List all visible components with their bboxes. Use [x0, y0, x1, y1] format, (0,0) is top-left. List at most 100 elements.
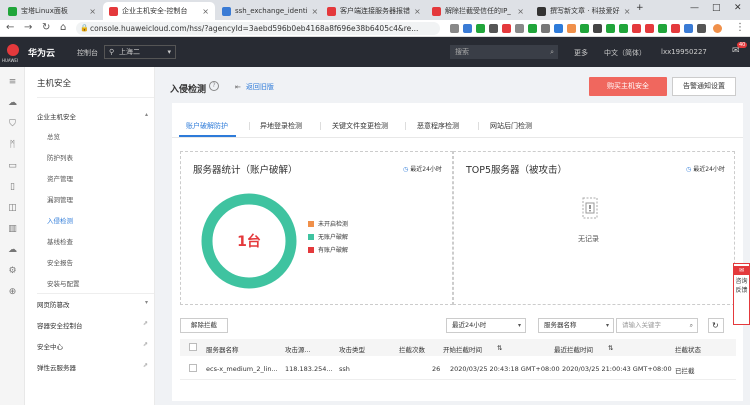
- extension-icon[interactable]: [645, 24, 654, 33]
- sidebar-item-ecs[interactable]: 弹性云服务器: [37, 362, 76, 372]
- close-window-icon[interactable]: ✕: [734, 3, 742, 13]
- tab-file-change[interactable]: 关键文件变更检测: [332, 121, 388, 131]
- chevron-up-icon[interactable]: ▴: [145, 111, 148, 118]
- reload-icon[interactable]: ↻: [42, 22, 50, 33]
- sidebar-group-enterprise-host-security[interactable]: 企业主机安全: [37, 111, 76, 121]
- console-search-input[interactable]: 搜索 ⌕: [450, 45, 558, 59]
- cloud-icon[interactable]: ☁: [7, 98, 18, 109]
- help-icon[interactable]: ?: [209, 81, 219, 91]
- browser-tab-6[interactable]: 撰写新文章 · 科技爱好 ×: [531, 2, 631, 20]
- menu-icon[interactable]: ⋮: [735, 22, 745, 33]
- sidebar-item-security-center[interactable]: 安全中心: [37, 341, 63, 351]
- extension-icon[interactable]: [606, 24, 615, 33]
- back-icon[interactable]: ←: [6, 22, 14, 33]
- close-tab-icon[interactable]: ×: [513, 7, 524, 16]
- extension-icon[interactable]: [554, 24, 563, 33]
- sidebar-item-overview[interactable]: 总览: [47, 131, 60, 141]
- server-icon[interactable]: ▭: [7, 161, 18, 172]
- select-all-checkbox[interactable]: [189, 343, 197, 351]
- console-link[interactable]: 控制台: [77, 48, 98, 58]
- tab-webshell[interactable]: 网站后门检测: [490, 121, 532, 131]
- extension-icon[interactable]: [658, 24, 667, 33]
- sidebar-item-baseline[interactable]: 基线检查: [47, 236, 73, 246]
- close-tab-icon[interactable]: ×: [85, 7, 96, 16]
- extension-icon[interactable]: [476, 24, 485, 33]
- time-range-select[interactable]: 最近24小时 ▾: [446, 318, 526, 333]
- shield-icon[interactable]: ⛉: [7, 119, 18, 130]
- sidebar-item-assets[interactable]: 资产管理: [47, 173, 73, 183]
- extension-icon[interactable]: [684, 24, 693, 33]
- browser-tab-1[interactable]: 宝塔Linux面板 ×: [2, 2, 102, 20]
- sidebar-item-vulnerabilities[interactable]: 漏洞管理: [47, 194, 73, 204]
- document-icon[interactable]: ▯: [7, 182, 18, 193]
- sidebar-item-web-tamper[interactable]: 网页防篡改: [37, 299, 70, 309]
- refresh-button[interactable]: ↻: [708, 318, 724, 333]
- browser-tab-2[interactable]: 企业主机安全-控制台 ×: [103, 2, 215, 20]
- unblock-button[interactable]: 解除拦截: [180, 318, 228, 333]
- maximize-icon[interactable]: □: [712, 3, 721, 13]
- extension-icon[interactable]: [463, 24, 472, 33]
- sidebar-item-install-config[interactable]: 安装与配置: [47, 278, 80, 288]
- buy-host-security-button[interactable]: 购买主机安全: [589, 77, 667, 96]
- sort-icon[interactable]: ⇅: [608, 344, 613, 352]
- brand-name[interactable]: 华为云: [28, 46, 55, 59]
- region-select[interactable]: ⚲ 上海二 ▾: [104, 45, 176, 59]
- network-icon[interactable]: ᛗ: [7, 140, 18, 151]
- globe-icon[interactable]: ⊕: [7, 287, 18, 298]
- sidebar-item-container-security[interactable]: 容器安全控制台: [37, 320, 83, 330]
- close-tab-icon[interactable]: ×: [308, 7, 319, 16]
- sort-icon[interactable]: ⇅: [497, 344, 502, 352]
- table-row[interactable]: ecs-x_medium_2_lin... 118.183.254... ssh…: [180, 356, 736, 380]
- back-to-old-link[interactable]: ⇤ 返回旧版: [235, 82, 274, 92]
- extension-icon[interactable]: [632, 24, 641, 33]
- tab-remote-login[interactable]: 异地登录检测: [260, 121, 302, 131]
- cell-server-name[interactable]: ecs-x_medium_2_lin...: [206, 365, 278, 373]
- external-link-icon[interactable]: ⇗: [143, 320, 148, 327]
- huawei-logo-icon[interactable]: [6, 43, 20, 57]
- extension-icon[interactable]: [619, 24, 628, 33]
- extension-icon[interactable]: [697, 24, 706, 33]
- extension-icon[interactable]: [671, 24, 680, 33]
- tab-malware[interactable]: 恶意程序检测: [417, 121, 459, 131]
- close-tab-icon[interactable]: ×: [198, 7, 209, 16]
- browser-tab-5[interactable]: 解除拦截受信任的IP_ ×: [426, 2, 530, 20]
- sidebar-item-protection-list[interactable]: 防护列表: [47, 152, 73, 162]
- extension-icon[interactable]: [515, 24, 524, 33]
- language-menu[interactable]: 中文（简体）: [604, 48, 646, 58]
- database-icon[interactable]: ◫: [7, 203, 18, 214]
- forward-icon[interactable]: →: [24, 22, 32, 33]
- new-tab-icon[interactable]: +: [636, 3, 644, 13]
- sidebar-item-reports[interactable]: 安全报告: [47, 257, 73, 267]
- url-field[interactable]: 🔒 console.huaweicloud.com/hss/?agencyId=…: [76, 22, 440, 35]
- feedback-widget[interactable]: ✉ 咨询 反馈: [733, 263, 750, 325]
- tab-account-cracking[interactable]: 账户破解防护: [186, 121, 228, 131]
- external-link-icon[interactable]: ⇗: [143, 341, 148, 348]
- more-menu[interactable]: 更多: [574, 48, 588, 58]
- home-icon[interactable]: ⌂: [60, 22, 66, 33]
- keyword-input[interactable]: 请输入关键字 ⌕: [616, 318, 698, 333]
- extension-icon[interactable]: [502, 24, 511, 33]
- user-menu[interactable]: lxx19950227: [661, 48, 707, 56]
- extension-icon[interactable]: [541, 24, 550, 33]
- external-link-icon[interactable]: ⇗: [143, 362, 148, 369]
- sidebar-item-intrusion-detection[interactable]: 入侵检测: [47, 215, 73, 225]
- extension-icon[interactable]: [567, 24, 576, 33]
- extension-icon[interactable]: [489, 24, 498, 33]
- chart-icon[interactable]: ▥: [7, 224, 18, 235]
- row-checkbox[interactable]: [189, 364, 197, 372]
- extension-icon[interactable]: [580, 24, 589, 33]
- search-field-select[interactable]: 服务器名称 ▾: [538, 318, 614, 333]
- alert-settings-button[interactable]: 告警通知设置: [672, 77, 736, 96]
- star-icon[interactable]: [450, 24, 459, 33]
- extension-icon[interactable]: [528, 24, 537, 33]
- browser-tab-4[interactable]: 客户端连接服务器报错 ×: [321, 2, 425, 20]
- profile-avatar[interactable]: [713, 24, 722, 33]
- chevron-down-icon[interactable]: ▾: [145, 299, 148, 306]
- browser-tab-3[interactable]: ssh_exchange_identi ×: [216, 2, 320, 20]
- cloud-icon[interactable]: ☁: [7, 245, 18, 256]
- close-tab-icon[interactable]: ×: [410, 7, 421, 16]
- extension-icon[interactable]: [593, 24, 602, 33]
- gear-icon[interactable]: ⚙: [7, 266, 18, 277]
- minimize-icon[interactable]: —: [690, 3, 699, 13]
- menu-icon[interactable]: ≡: [7, 77, 18, 88]
